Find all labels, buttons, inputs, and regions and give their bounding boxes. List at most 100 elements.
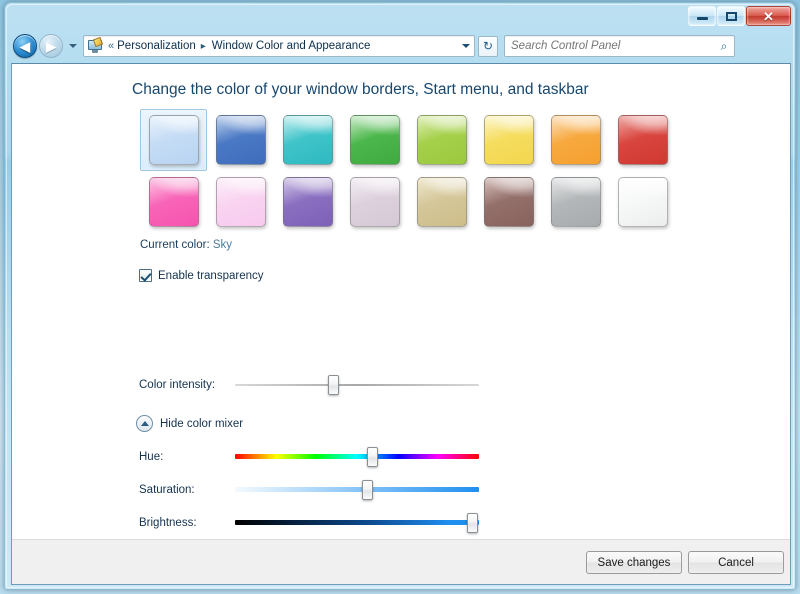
saturation-track-gradient [235,487,479,492]
color-swatch-chip [349,115,400,165]
breadcrumb-item-window-color[interactable]: Window Color and Appearance [211,40,372,52]
maximize-button[interactable] [717,6,745,26]
brightness-slider-row: Brightness: [139,512,479,534]
color-swatch-lavender[interactable] [341,171,408,233]
save-changes-button[interactable]: Save changes [586,551,682,574]
color-swatch-sky[interactable] [140,109,207,171]
color-swatch-sea[interactable] [274,109,341,171]
color-intensity-slider-row: Color intensity: [139,374,479,396]
color-swatch-chip [349,177,400,227]
current-color-value: Sky [212,239,233,251]
maximize-icon [725,11,737,21]
color-swatch-slate[interactable] [542,171,609,233]
forward-arrow-icon: ▶ [46,38,56,54]
brightness-label: Brightness: [139,517,197,529]
refresh-icon: ↻ [482,39,494,53]
saturation-label: Saturation: [139,484,195,496]
close-button[interactable]: ✕ [746,6,791,26]
navigation-bar: ◀ ▶ « Personalization ▸ Window Color and… [5,29,795,63]
current-color-row: Current color: Sky [140,239,232,251]
breadcrumb-separator-icon[interactable]: ▸ [197,41,211,52]
color-intensity-label: Color intensity: [139,379,216,391]
back-button[interactable]: ◀ [13,34,37,58]
search-input[interactable] [505,37,714,55]
color-intensity-thumb[interactable] [327,375,339,395]
content-body: Change the color of your window borders,… [12,64,790,540]
color-swatch-chip [148,115,199,165]
color-swatch-row [140,109,676,171]
chevron-up-icon [136,415,153,432]
hue-slider-row: Hue: [139,446,479,468]
color-swatch-chip [215,177,266,227]
breadcrumb: « Personalization ▸ Window Color and App… [106,40,458,52]
color-swatch-chip [550,177,601,227]
color-swatch-chip [282,115,333,165]
minimize-button[interactable] [688,6,716,26]
window-frame: ✕ ◀ ▶ « Personalization ▸ Window Color a… [4,2,796,590]
button-bar: Save changes Cancel [12,539,790,584]
title-bar: ✕ [5,3,795,29]
brightness-track[interactable] [235,512,479,534]
color-swatch-chip [617,115,668,165]
refresh-button[interactable]: ↻ [478,35,498,57]
search-icon[interactable]: ⌕ [714,39,734,54]
close-icon: ✕ [763,8,774,24]
chevron-down-icon [68,44,77,48]
color-swatch-row [140,171,676,233]
color-swatch-twilight[interactable] [207,109,274,171]
color-swatch-taupe[interactable] [408,171,475,233]
hue-thumb[interactable] [366,447,378,467]
color-swatch-fuchsia[interactable] [207,171,274,233]
hue-track-gradient [235,454,479,459]
color-swatch-violet[interactable] [274,171,341,233]
chevron-down-icon [462,44,470,48]
enable-transparency-checkbox[interactable] [139,269,152,282]
color-swatch-lime[interactable] [408,109,475,171]
enable-transparency-checkbox-row[interactable]: Enable transparency [139,269,263,282]
search-box[interactable]: ⌕ [504,35,735,57]
content-panel: Change the color of your window borders,… [11,63,791,585]
page-title: Change the color of your window borders,… [132,81,589,98]
color-swatch-sun[interactable] [475,109,542,171]
color-swatch-chip [483,177,534,227]
color-intensity-track[interactable] [235,374,479,396]
color-swatch-chip [617,177,668,227]
saturation-thumb[interactable] [361,480,373,500]
address-dropdown-button[interactable] [458,36,474,56]
hue-label: Hue: [139,451,164,463]
hue-track[interactable] [235,446,479,468]
breadcrumb-item-personalization[interactable]: Personalization [116,40,197,52]
color-swatch-chip [416,177,467,227]
forward-button[interactable]: ▶ [39,34,63,58]
color-swatch-frost[interactable] [609,171,676,233]
color-swatch-pink[interactable] [140,171,207,233]
color-swatch-pumpkin[interactable] [542,109,609,171]
address-bar[interactable]: « Personalization ▸ Window Color and App… [83,35,475,57]
color-intensity-track-line [235,384,479,386]
color-swatch-chip [148,177,199,227]
brightness-thumb[interactable] [466,513,478,533]
color-swatch-chip [550,115,601,165]
current-color-label: Current color: [140,239,210,251]
color-swatch-grid [140,109,676,233]
hide-color-mixer-label: Hide color mixer [160,417,244,430]
color-swatch-chip [483,115,534,165]
minimize-icon [696,17,708,20]
color-swatch-ruby[interactable] [609,109,676,171]
breadcrumb-overflow-icon[interactable]: « [106,40,116,52]
back-arrow-icon: ◀ [20,38,30,54]
color-swatch-chip [215,115,266,165]
color-swatch-chip [416,115,467,165]
recent-pages-dropdown-button[interactable] [66,36,79,56]
hide-color-mixer-toggle[interactable]: Hide color mixer [136,415,243,432]
personalization-icon [87,36,104,54]
enable-transparency-label: Enable transparency [158,269,264,282]
saturation-slider-row: Saturation: [139,479,479,501]
saturation-track[interactable] [235,479,479,501]
color-swatch-chip [282,177,333,227]
brightness-track-gradient [235,520,479,525]
color-swatch-mocha[interactable] [475,171,542,233]
caption-button-group: ✕ [688,6,791,26]
cancel-button[interactable]: Cancel [688,551,784,574]
color-swatch-leaf[interactable] [341,109,408,171]
